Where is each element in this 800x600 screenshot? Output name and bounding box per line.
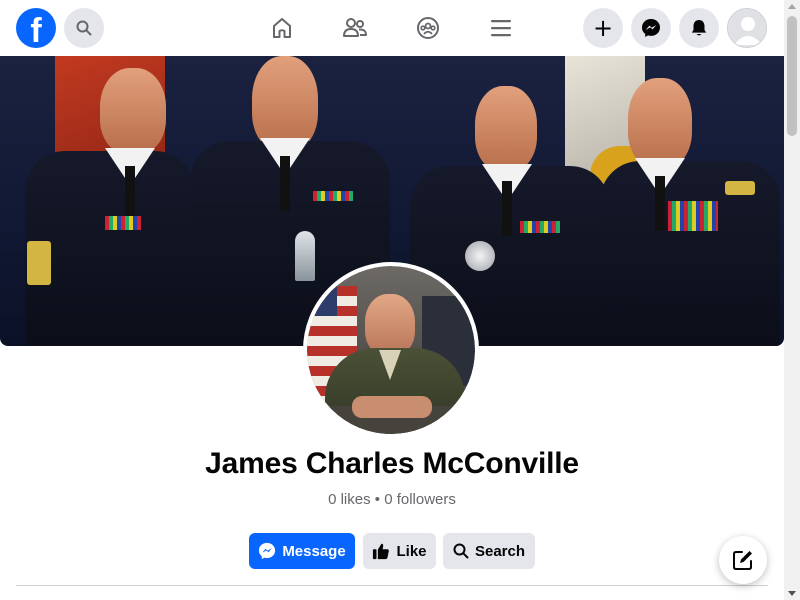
- profile-photo: [307, 266, 475, 434]
- menu-icon: [491, 20, 511, 37]
- nav-home[interactable]: [262, 8, 302, 48]
- default-avatar-icon: [728, 9, 766, 47]
- friends-icon: [343, 18, 367, 37]
- facebook-logo[interactable]: f: [16, 8, 56, 50]
- nav-groups[interactable]: [408, 8, 448, 48]
- messenger-icon: [259, 542, 276, 560]
- bell-icon: [691, 20, 707, 36]
- message-button-label: Message: [282, 542, 346, 560]
- profile-picture[interactable]: [303, 262, 479, 438]
- thumbs-up-icon: [373, 543, 390, 560]
- messenger-button[interactable]: [631, 8, 671, 48]
- search-button[interactable]: [64, 8, 104, 48]
- plus-icon: +: [592, 14, 614, 42]
- notifications-button[interactable]: [679, 8, 719, 48]
- nav-menu[interactable]: [481, 8, 521, 48]
- likes-followers-count[interactable]: 0 likes • 0 followers: [0, 491, 784, 508]
- scroll-up-arrow-icon[interactable]: [788, 4, 796, 9]
- like-button[interactable]: Like: [363, 533, 436, 569]
- search-icon: [453, 543, 469, 559]
- page-scrollbar[interactable]: [784, 0, 800, 600]
- scroll-down-arrow-icon[interactable]: [788, 591, 796, 596]
- messenger-icon: [642, 19, 660, 37]
- divider: [16, 585, 768, 586]
- home-icon: [273, 18, 291, 38]
- search-button-label: Search: [474, 542, 526, 560]
- logo-letter: f: [30, 12, 42, 50]
- like-button-label: Like: [396, 542, 427, 560]
- compose-icon: [733, 551, 752, 570]
- search-icon: [76, 20, 92, 36]
- message-button[interactable]: Message: [249, 533, 355, 569]
- page-title: James Charles McConville: [205, 447, 579, 480]
- search-page-button[interactable]: Search: [443, 533, 535, 569]
- top-navigation-bar: f +: [0, 0, 784, 56]
- new-message-button[interactable]: [719, 536, 767, 584]
- account-avatar[interactable]: [727, 8, 767, 48]
- create-button[interactable]: +: [583, 8, 623, 48]
- nav-friends[interactable]: [335, 8, 375, 48]
- scrollbar-thumb[interactable]: [787, 16, 797, 136]
- groups-icon: [417, 17, 439, 39]
